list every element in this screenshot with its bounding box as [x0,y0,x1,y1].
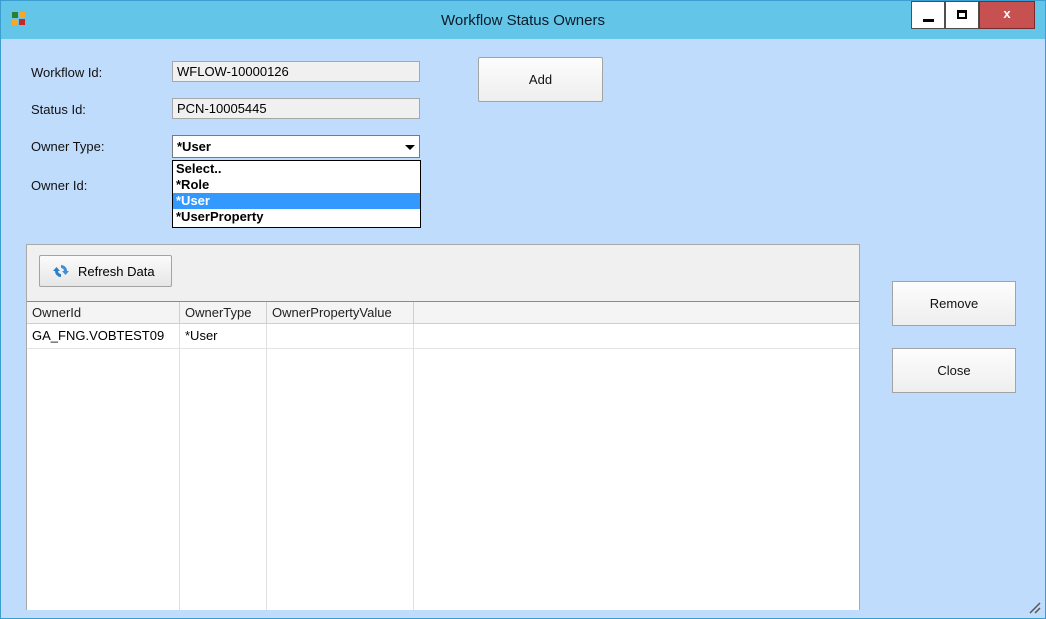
owner-id-label: Owner Id: [31,178,88,193]
owners-panel: Refresh Data OwnerId OwnerType OwnerProp… [26,244,860,610]
column-divider [266,324,267,610]
minimize-button[interactable] [911,1,945,29]
table-row-filler [414,324,859,349]
table-row-owner-id[interactable]: GA_FNG.VOBTEST09 [27,324,180,349]
table-row-owner-property-value[interactable] [267,324,414,349]
owners-grid[interactable]: OwnerId OwnerType OwnerPropertyValue GA_… [27,301,859,610]
column-divider [413,324,414,610]
refresh-icon [53,265,69,277]
refresh-data-button[interactable]: Refresh Data [39,255,172,287]
column-header-owner-id[interactable]: OwnerId [27,302,180,324]
window-title: Workflow Status Owners [441,12,605,29]
option-user-property[interactable]: *UserProperty [173,209,420,225]
close-icon: x [1003,6,1011,21]
remove-button[interactable]: Remove [892,281,1016,326]
owner-type-dropdown-list: Select.. *Role *User *UserProperty [172,160,421,228]
add-button[interactable]: Add [478,57,603,102]
status-id-label: Status Id: [31,102,86,117]
close-button[interactable]: Close [892,348,1016,393]
maximize-button[interactable] [945,1,979,29]
workflow-id-label: Workflow Id: [31,65,103,80]
maximize-icon [957,10,967,19]
column-header-owner-type[interactable]: OwnerType [180,302,267,324]
minimize-icon [923,19,934,22]
option-role[interactable]: *Role [173,177,420,193]
column-divider [179,324,180,610]
option-user[interactable]: *User [173,193,420,209]
workflow-status-owners-window: Workflow Status Owners x Workflow Id: WF… [0,0,1046,619]
resize-grip-icon[interactable] [1027,600,1041,614]
owner-type-selected-value: *User [177,139,211,154]
workflow-id-field[interactable]: WFLOW-10000126 [172,61,420,82]
column-header-owner-property-value[interactable]: OwnerPropertyValue [267,302,414,324]
title-bar: Workflow Status Owners x [1,1,1045,39]
owner-type-label: Owner Type: [31,139,105,154]
chevron-down-icon[interactable] [400,137,418,156]
status-id-field[interactable]: PCN-10005445 [172,98,420,119]
owner-type-select[interactable]: *User [172,135,420,158]
column-header-empty [414,302,859,324]
refresh-data-label: Refresh Data [78,264,155,279]
option-select[interactable]: Select.. [173,161,420,177]
close-window-button[interactable]: x [979,1,1035,29]
table-row-owner-type[interactable]: *User [180,324,267,349]
